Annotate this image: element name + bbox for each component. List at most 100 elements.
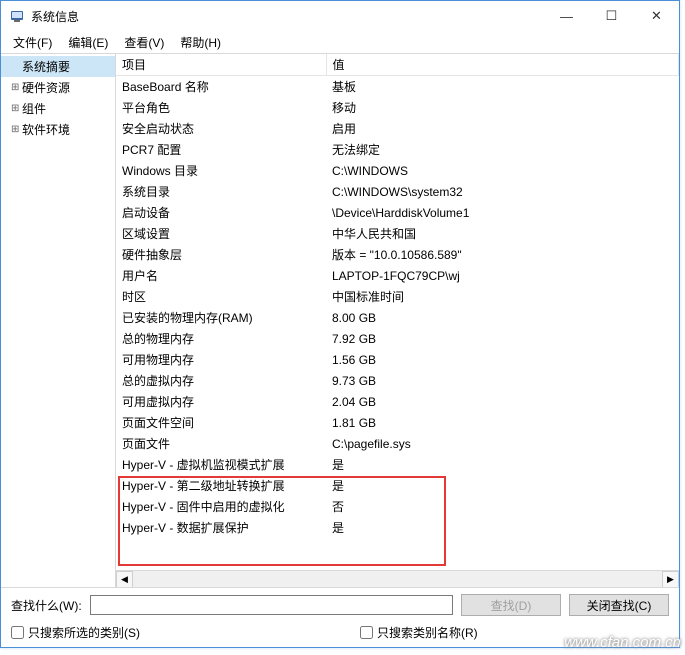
tree-item-hardware[interactable]: ⊞ 硬件资源: [1, 77, 115, 98]
table-row[interactable]: 可用虚拟内存2.04 GB: [116, 391, 679, 412]
cell-value: 中华人民共和国: [326, 223, 679, 244]
cell-value: 无法绑定: [326, 139, 679, 160]
tree-item-label: 硬件资源: [22, 79, 70, 96]
menu-file[interactable]: 文件(F): [5, 32, 60, 53]
cell-item: Hyper-V - 数据扩展保护: [116, 517, 326, 538]
cell-item: 可用物理内存: [116, 349, 326, 370]
option-label: 只搜索所选的类别(S): [28, 624, 140, 641]
navigation-tree[interactable]: 系统摘要 ⊞ 硬件资源 ⊞ 组件 ⊞ 软件环境: [1, 54, 116, 587]
cell-value: C:\WINDOWS: [326, 160, 679, 181]
table-row[interactable]: 总的虚拟内存9.73 GB: [116, 370, 679, 391]
cell-item: 系统目录: [116, 181, 326, 202]
menu-view[interactable]: 查看(V): [116, 32, 172, 53]
cell-item: 总的虚拟内存: [116, 370, 326, 391]
option-category-names-only[interactable]: 只搜索类别名称(R): [360, 624, 478, 641]
cell-value: \Device\HarddiskVolume1: [326, 202, 679, 223]
details-grid[interactable]: 项目 值 BaseBoard 名称基板平台角色移动安全启动状态启用PCR7 配置…: [116, 54, 679, 570]
cell-value: 1.56 GB: [326, 349, 679, 370]
table-row[interactable]: 区域设置中华人民共和国: [116, 223, 679, 244]
tree-item-label: 软件环境: [22, 121, 70, 138]
cell-value: C:\pagefile.sys: [326, 433, 679, 454]
cell-item: 页面文件空间: [116, 412, 326, 433]
titlebar: 系统信息 — ☐ ✕: [1, 1, 679, 31]
checkbox-selected-category-only[interactable]: [11, 626, 24, 639]
cell-value: 是: [326, 475, 679, 496]
cell-value: 启用: [326, 118, 679, 139]
scroll-right-button[interactable]: ▶: [662, 571, 679, 588]
checkbox-category-names-only[interactable]: [360, 626, 373, 639]
cell-item: Hyper-V - 虚拟机监视模式扩展: [116, 454, 326, 475]
cell-value: 9.73 GB: [326, 370, 679, 391]
menubar: 文件(F) 编辑(E) 查看(V) 帮助(H): [1, 31, 679, 53]
app-icon: [9, 8, 25, 24]
cell-value: 移动: [326, 97, 679, 118]
cell-value: 版本 = "10.0.10586.589": [326, 244, 679, 265]
details-table: 项目 值 BaseBoard 名称基板平台角色移动安全启动状态启用PCR7 配置…: [116, 54, 679, 538]
tree-item-label: 系统摘要: [22, 58, 70, 75]
tree-item-components[interactable]: ⊞ 组件: [1, 98, 115, 119]
table-row[interactable]: 可用物理内存1.56 GB: [116, 349, 679, 370]
expand-icon[interactable]: ⊞: [11, 103, 22, 114]
table-row[interactable]: 系统目录C:\WINDOWS\system32: [116, 181, 679, 202]
scroll-left-button[interactable]: ◀: [116, 571, 133, 588]
cell-item: 启动设备: [116, 202, 326, 223]
cell-value: LAPTOP-1FQC79CP\wj: [326, 265, 679, 286]
cell-item: Windows 目录: [116, 160, 326, 181]
cell-item: 平台角色: [116, 97, 326, 118]
expand-icon[interactable]: ⊞: [11, 124, 22, 135]
expand-icon[interactable]: ⊞: [11, 82, 22, 93]
table-row[interactable]: 安全启动状态启用: [116, 118, 679, 139]
table-row[interactable]: 启动设备\Device\HarddiskVolume1: [116, 202, 679, 223]
cell-value: C:\WINDOWS\system32: [326, 181, 679, 202]
cell-value: 7.92 GB: [326, 328, 679, 349]
cell-item: 页面文件: [116, 433, 326, 454]
tree-item-label: 组件: [22, 100, 46, 117]
cell-item: 总的物理内存: [116, 328, 326, 349]
table-row[interactable]: 用户名LAPTOP-1FQC79CP\wj: [116, 265, 679, 286]
find-row: 查找什么(W): 查找(D) 关闭查找(C): [1, 588, 679, 622]
menu-edit[interactable]: 编辑(E): [60, 32, 116, 53]
cell-value: 1.81 GB: [326, 412, 679, 433]
content: 系统摘要 ⊞ 硬件资源 ⊞ 组件 ⊞ 软件环境 项目: [1, 53, 679, 587]
cell-item: 安全启动状态: [116, 118, 326, 139]
cell-item: PCR7 配置: [116, 139, 326, 160]
option-label: 只搜索类别名称(R): [377, 624, 478, 641]
table-row[interactable]: Hyper-V - 数据扩展保护是: [116, 517, 679, 538]
menu-help[interactable]: 帮助(H): [172, 32, 229, 53]
window: 系统信息 — ☐ ✕ 文件(F) 编辑(E) 查看(V) 帮助(H) 系统摘要 …: [0, 0, 680, 648]
cell-item: Hyper-V - 第二级地址转换扩展: [116, 475, 326, 496]
cell-value: 2.04 GB: [326, 391, 679, 412]
table-row[interactable]: 已安装的物理内存(RAM)8.00 GB: [116, 307, 679, 328]
cell-item: BaseBoard 名称: [116, 76, 326, 98]
table-row[interactable]: 总的物理内存7.92 GB: [116, 328, 679, 349]
table-row[interactable]: 平台角色移动: [116, 97, 679, 118]
minimize-button[interactable]: —: [544, 1, 589, 31]
close-find-button[interactable]: 关闭查找(C): [569, 594, 669, 616]
table-row[interactable]: Hyper-V - 虚拟机监视模式扩展是: [116, 454, 679, 475]
table-row[interactable]: Hyper-V - 第二级地址转换扩展是: [116, 475, 679, 496]
horizontal-scrollbar[interactable]: ◀ ▶: [116, 570, 679, 587]
cell-item: 可用虚拟内存: [116, 391, 326, 412]
find-input[interactable]: [90, 595, 453, 615]
find-button[interactable]: 查找(D): [461, 594, 561, 616]
table-row[interactable]: 时区中国标准时间: [116, 286, 679, 307]
col-item[interactable]: 项目: [116, 54, 326, 76]
table-row[interactable]: 硬件抽象层版本 = "10.0.10586.589": [116, 244, 679, 265]
maximize-button[interactable]: ☐: [589, 1, 634, 31]
cell-value: 是: [326, 454, 679, 475]
window-controls: — ☐ ✕: [544, 1, 679, 31]
window-title: 系统信息: [31, 8, 544, 25]
table-row[interactable]: BaseBoard 名称基板: [116, 76, 679, 98]
close-button[interactable]: ✕: [634, 1, 679, 31]
col-value[interactable]: 值: [326, 54, 679, 76]
table-row[interactable]: PCR7 配置无法绑定: [116, 139, 679, 160]
table-row[interactable]: Hyper-V - 固件中启用的虚拟化否: [116, 496, 679, 517]
tree-item-software-env[interactable]: ⊞ 软件环境: [1, 119, 115, 140]
table-row[interactable]: 页面文件空间1.81 GB: [116, 412, 679, 433]
cell-value: 是: [326, 517, 679, 538]
table-row[interactable]: Windows 目录C:\WINDOWS: [116, 160, 679, 181]
cell-value: 基板: [326, 76, 679, 98]
option-selected-category-only[interactable]: 只搜索所选的类别(S): [11, 624, 140, 641]
tree-item-summary[interactable]: 系统摘要: [1, 56, 115, 77]
table-row[interactable]: 页面文件C:\pagefile.sys: [116, 433, 679, 454]
